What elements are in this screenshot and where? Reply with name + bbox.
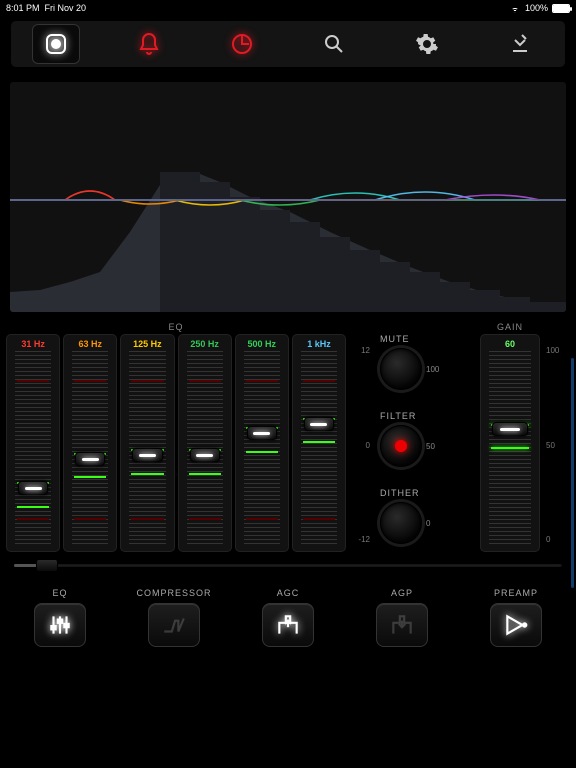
status-time: 8:01 PM <box>6 3 40 13</box>
filter-value: 50 <box>426 442 435 451</box>
mute-knob[interactable] <box>380 348 422 390</box>
dither-knob[interactable] <box>380 502 422 544</box>
controls-row: EQ 31 Hz 63 Hz 125 Hz 250 Hz 500 Hz 1 kHz 12 … <box>6 322 570 552</box>
gain-scale-mid: 50 <box>546 441 555 450</box>
eq-button[interactable] <box>34 603 86 647</box>
effects-row: EQ COMPRESSOR AGC AGP PREAMP <box>14 588 562 647</box>
eq-slider-label: 1 kHz <box>307 339 331 349</box>
eq-scale-hi: 12 <box>361 346 370 355</box>
collapse-button[interactable] <box>496 24 544 64</box>
eq-icon <box>47 612 73 638</box>
gain-scale-hi: 100 <box>546 346 559 355</box>
eq-slider-1khz[interactable]: 1 kHz <box>292 334 346 552</box>
mute-value: 100 <box>426 365 439 374</box>
timer-button[interactable] <box>218 24 266 64</box>
settings-button[interactable] <box>403 24 451 64</box>
eq-slider-31hz[interactable]: 31 Hz <box>6 334 60 552</box>
eq-group-title: EQ <box>6 322 346 334</box>
gain-slider[interactable]: 60 <box>480 334 540 552</box>
spectrum-svg <box>10 82 566 312</box>
filter-knob[interactable] <box>380 425 422 467</box>
compressor-icon <box>161 612 187 638</box>
agp-label: AGP <box>391 588 413 598</box>
agp-button[interactable] <box>376 603 428 647</box>
wifi-icon <box>509 4 521 13</box>
eq-slider-250hz[interactable]: 250 Hz <box>178 334 232 552</box>
preamp-button-wrap: PREAMP <box>470 588 562 647</box>
gain-title: GAIN <box>480 322 540 334</box>
status-bar: 8:01 PM Fri Nov 20 100% <box>0 0 576 14</box>
frequency-scrollbar[interactable] <box>14 558 562 574</box>
preamp-label: PREAMP <box>494 588 538 598</box>
eq-slider-label: 31 Hz <box>21 339 45 349</box>
eq-slider-63hz[interactable]: 63 Hz <box>63 334 117 552</box>
agp-icon <box>389 612 415 638</box>
status-date: Fri Nov 20 <box>45 3 87 13</box>
battery-icon <box>552 4 570 13</box>
preamp-button[interactable] <box>490 603 542 647</box>
gain-value: 60 <box>505 339 515 349</box>
dither-value: 0 <box>426 519 430 528</box>
eq-scale-mid: 0 <box>366 441 370 450</box>
spectrum-display[interactable] <box>10 82 566 312</box>
eq-slider-label: 63 Hz <box>79 339 103 349</box>
agc-icon <box>275 612 301 638</box>
eq-slider-label: 500 Hz <box>248 339 277 349</box>
eq-button-wrap: EQ <box>14 588 106 647</box>
eq-slider-500hz[interactable]: 500 Hz <box>235 334 289 552</box>
battery-text: 100% <box>525 3 548 13</box>
top-toolbar <box>10 20 566 68</box>
eq-slider-125hz[interactable]: 125 Hz <box>120 334 174 552</box>
eq-group: EQ 31 Hz 63 Hz 125 Hz 250 Hz 500 Hz 1 kHz <box>6 322 346 552</box>
eq-slider-label: 125 Hz <box>133 339 162 349</box>
gain-scale-lo: 0 <box>546 535 550 544</box>
eq-scale-lo: -12 <box>358 535 370 544</box>
gain-column: GAIN 60 <box>480 322 540 552</box>
gain-scale: 100 50 0 <box>544 322 564 552</box>
filter-label: FILTER <box>380 411 472 421</box>
compressor-button[interactable] <box>148 603 200 647</box>
eq-scale: 12 0 -12 <box>350 322 372 552</box>
mute-label: MUTE <box>380 334 472 344</box>
knob-column: MUTE 100 FILTER 50 DITHER 0 <box>376 322 476 552</box>
eq-slider-label: 250 Hz <box>190 339 219 349</box>
preamp-icon <box>503 612 529 638</box>
record-button[interactable] <box>32 24 80 64</box>
right-edge-bar <box>571 358 574 588</box>
agp-button-wrap: AGP <box>356 588 448 647</box>
agc-button[interactable] <box>262 603 314 647</box>
dither-label: DITHER <box>380 488 472 498</box>
eq-label: EQ <box>52 588 67 598</box>
agc-label: AGC <box>277 588 300 598</box>
compressor-button-wrap: COMPRESSOR <box>128 588 220 647</box>
agc-button-wrap: AGC <box>242 588 334 647</box>
alert-button[interactable] <box>125 24 173 64</box>
compressor-label: COMPRESSOR <box>136 588 211 598</box>
search-button[interactable] <box>310 24 358 64</box>
